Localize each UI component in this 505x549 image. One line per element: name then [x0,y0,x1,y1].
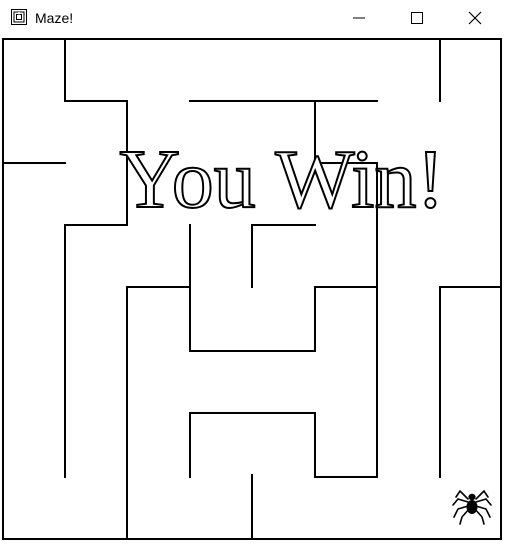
maximize-icon [411,11,423,24]
close-button[interactable] [446,0,504,35]
window-title: Maze! [35,10,74,26]
minimize-button[interactable] [330,0,388,35]
maximize-button[interactable] [388,0,446,35]
minimize-icon [353,17,365,18]
close-icon [468,11,482,24]
title-bar[interactable]: Maze! [0,0,505,35]
game-area[interactable]: You Win! [0,35,505,544]
win-message: You Win! [120,133,445,226]
maze-walls [2,38,502,540]
spider-icon[interactable] [452,489,492,525]
maze-board: You Win! [2,38,502,540]
maze-app-icon [11,9,27,25]
